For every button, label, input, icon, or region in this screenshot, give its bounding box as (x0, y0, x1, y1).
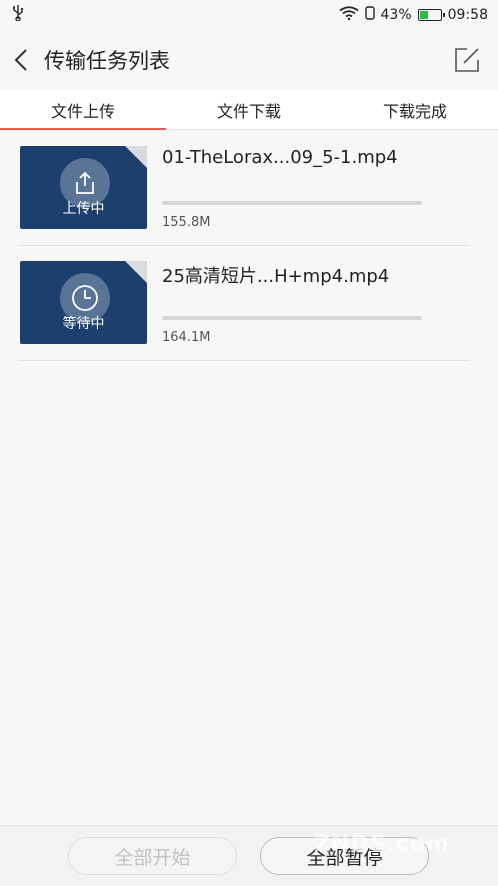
watermark-logo: ZNDS.com (314, 832, 450, 857)
upload-icon (76, 171, 94, 194)
battery-level (419, 11, 429, 19)
task-status: 上传中 (62, 201, 105, 217)
file-name: 01-TheLorax...09_5-1.mp4 (162, 147, 398, 168)
status-bar: 43% 09:58 (0, 0, 498, 30)
tab-download[interactable]: 文件下载 (166, 90, 332, 129)
video-thumbnail: 等待中 (20, 261, 147, 344)
file-name: 25高清短片...H+mp4.mp4 (162, 266, 390, 287)
sim-icon (364, 6, 375, 24)
clock-icon (72, 285, 98, 311)
video-thumbnail: 上传中 (20, 146, 147, 229)
page-title: 传输任务列表 (44, 49, 170, 73)
wifi-icon (338, 6, 359, 24)
tab-bar: 文件上传 文件下载 下载完成 (0, 90, 498, 130)
file-size: 164.1M (162, 330, 211, 345)
start-all-button[interactable]: 全部开始 (68, 837, 237, 875)
app-header: 传输任务列表 (0, 30, 498, 90)
page-fold (125, 261, 147, 283)
tab-upload[interactable]: 文件上传 (0, 90, 166, 130)
edit-button[interactable] (450, 43, 484, 77)
progress-bar (162, 316, 422, 320)
back-button[interactable] (14, 40, 40, 80)
page-fold (125, 146, 147, 168)
battery-icon (417, 9, 445, 21)
task-status: 等待中 (62, 316, 105, 332)
task-item[interactable]: 上传中 01-TheLorax...09_5-1.mp4 155.8M (18, 131, 470, 246)
task-list: 上传中 01-TheLorax...09_5-1.mp4 155.8M 等待中 … (0, 131, 498, 361)
usb-icon (12, 5, 24, 25)
tab-label: 文件上传 (50, 101, 115, 121)
file-size: 155.8M (162, 215, 211, 230)
edit-icon (455, 48, 479, 72)
bottom-action-bar: 全部开始 全部暂停 ZNDS.com (0, 825, 498, 886)
clock-time: 09:58 (447, 7, 488, 23)
chevron-left-icon (14, 49, 27, 71)
tab-label: 文件下载 (216, 101, 281, 121)
tab-completed[interactable]: 下载完成 (332, 90, 498, 129)
battery-percent: 43% (380, 7, 412, 23)
progress-bar (162, 201, 422, 205)
tab-label: 下载完成 (382, 101, 447, 121)
task-item[interactable]: 等待中 25高清短片...H+mp4.mp4 164.1M (18, 246, 470, 361)
